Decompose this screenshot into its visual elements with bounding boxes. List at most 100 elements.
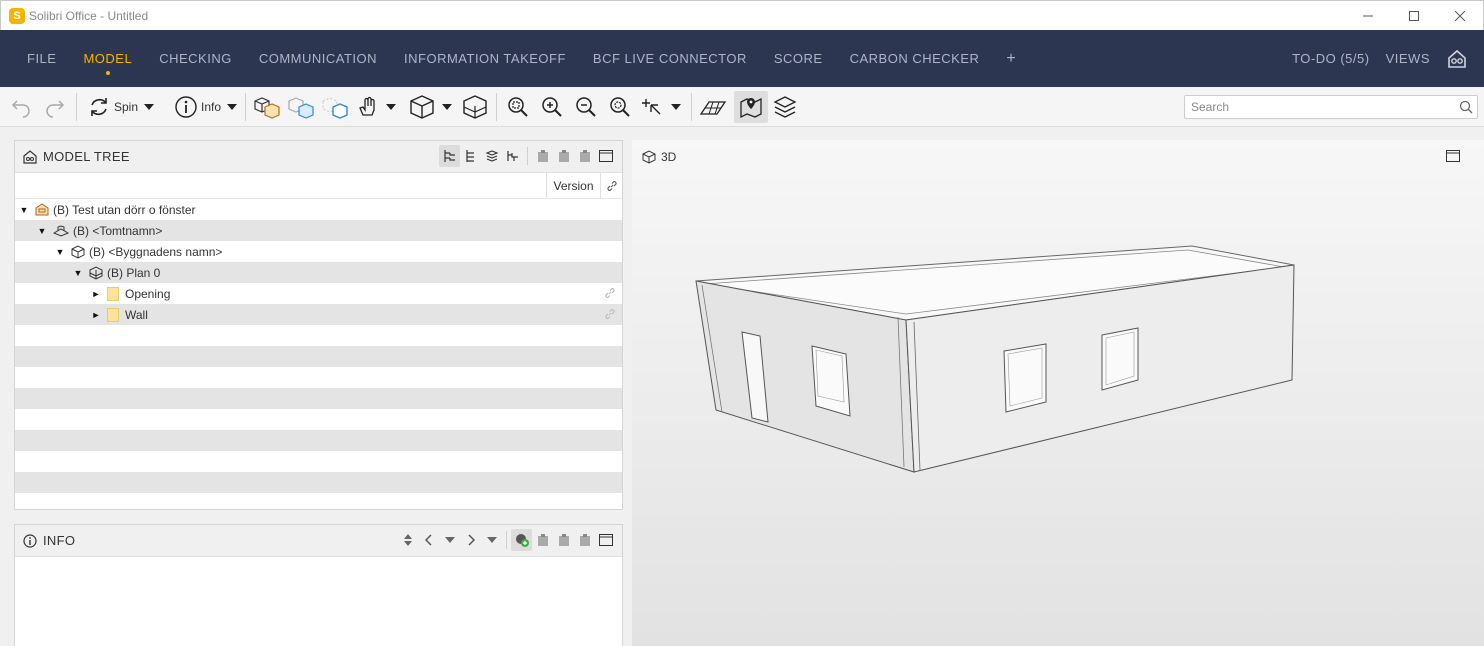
hand-icon <box>356 95 380 119</box>
tree-view-hierarchy-icon[interactable] <box>439 145 460 167</box>
tree-row-label: (B) <Byggnadens namn> <box>89 244 223 259</box>
expand-arrow-icon[interactable]: ▼ <box>37 226 47 236</box>
clipboard-icon[interactable] <box>553 145 574 167</box>
collapsed-arrow-icon[interactable]: ► <box>91 310 101 320</box>
select-cursor-icon <box>641 95 665 119</box>
layers-button[interactable] <box>768 91 802 123</box>
panel-title: MODEL TREE <box>43 149 130 164</box>
model-tree-panel: MODEL TREE Version ▼ (B) Test utan dörr … <box>14 140 623 510</box>
expand-arrow-icon[interactable]: ▼ <box>73 268 83 278</box>
tree-row[interactable]: ▼ (B) Test utan dörr o fönster <box>15 199 622 220</box>
section-box-button[interactable] <box>458 91 492 123</box>
main-menu: FILE MODEL CHECKING COMMUNICATION INFORM… <box>0 30 1484 87</box>
site-icon <box>53 224 69 237</box>
search-input[interactable] <box>1191 100 1451 114</box>
link-icon[interactable] <box>604 308 616 323</box>
isolate-components-button[interactable] <box>318 91 352 123</box>
box-dropdown[interactable] <box>408 91 453 123</box>
show-components-button[interactable] <box>250 91 284 123</box>
minimize-button[interactable] <box>1345 1 1391 31</box>
menu-file[interactable]: FILE <box>27 51 56 66</box>
tree-view-types-icon[interactable] <box>502 145 523 167</box>
zoom-out-button[interactable] <box>569 91 603 123</box>
hand-tool-dropdown[interactable] <box>356 91 397 123</box>
redo-button[interactable] <box>38 91 72 123</box>
menu-communication[interactable]: COMMUNICATION <box>259 51 377 66</box>
search-icon[interactable] <box>1459 100 1473 114</box>
hide-components-button[interactable] <box>284 91 318 123</box>
menu-views[interactable]: VIEWS <box>1386 51 1430 66</box>
window-title: Solibri Office - Untitled <box>29 8 149 23</box>
info-icon <box>174 95 198 119</box>
chevron-down-icon <box>144 103 155 110</box>
zoom-in-button[interactable] <box>535 91 569 123</box>
panel-title: INFO <box>43 533 76 548</box>
link-icon[interactable] <box>604 287 616 302</box>
chevron-down-icon[interactable] <box>439 529 460 551</box>
chevron-down-icon <box>227 103 238 110</box>
tree-row[interactable]: ► Opening <box>15 283 622 304</box>
spin-dropdown[interactable]: Spin <box>87 91 155 123</box>
clipboard-icon[interactable] <box>532 529 553 551</box>
building-model[interactable] <box>632 140 1484 646</box>
menu-todo[interactable]: TO-DO (5/5) <box>1292 51 1370 66</box>
clipboard-icon[interactable] <box>574 529 595 551</box>
expand-arrow-icon[interactable]: ▼ <box>55 247 65 257</box>
floor-plan-button[interactable] <box>696 91 730 123</box>
link-column-icon[interactable] <box>600 173 622 198</box>
sync-selection-icon[interactable] <box>511 529 532 551</box>
clipboard-icon[interactable] <box>532 145 553 167</box>
empty-row <box>15 346 622 367</box>
empty-row <box>15 367 622 388</box>
info-content <box>15 571 622 646</box>
menu-carbon-checker[interactable]: CARBON CHECKER <box>850 51 980 66</box>
menu-model[interactable]: MODEL <box>83 51 132 75</box>
close-button[interactable] <box>1437 1 1483 31</box>
maximize-panel-icon[interactable] <box>595 529 616 551</box>
map-view-button[interactable] <box>734 90 769 123</box>
undo-button[interactable] <box>4 91 38 123</box>
info-icon <box>23 533 37 548</box>
previous-icon[interactable] <box>418 529 439 551</box>
tree-row[interactable]: ► Wall <box>15 304 622 325</box>
expand-arrow-icon[interactable]: ▼ <box>19 205 29 215</box>
3d-view[interactable]: 3D <box>632 140 1484 646</box>
sort-icon[interactable] <box>397 529 418 551</box>
next-icon[interactable] <box>460 529 481 551</box>
menu-information-takeoff[interactable]: INFORMATION TAKEOFF <box>404 51 566 66</box>
title-bar: S Solibri Office - Untitled <box>0 0 1484 30</box>
column-version[interactable]: Version <box>546 173 600 198</box>
home-icon[interactable] <box>1446 48 1468 70</box>
chevron-down-icon <box>442 103 453 110</box>
chevron-down-icon <box>671 103 682 110</box>
tree-row[interactable]: ▼ (B) <Tomtnamn> <box>15 220 622 241</box>
building-icon <box>71 244 85 259</box>
tree-view-layers-icon[interactable] <box>481 145 502 167</box>
maximize-panel-icon[interactable] <box>595 145 616 167</box>
menu-score[interactable]: SCORE <box>774 51 823 66</box>
clipboard-icon[interactable] <box>574 145 595 167</box>
tree-row[interactable]: ▼ (B) <Byggnadens namn> <box>15 241 622 262</box>
search-box[interactable] <box>1184 95 1478 119</box>
zoom-fit-button[interactable] <box>501 91 535 123</box>
project-icon <box>35 203 49 216</box>
toolbar-divider <box>245 92 247 121</box>
zoom-selected-button[interactable] <box>603 91 637 123</box>
maximize-button[interactable] <box>1391 1 1437 31</box>
chevron-down-icon[interactable] <box>481 529 502 551</box>
empty-row <box>15 325 622 346</box>
empty-row <box>15 388 622 409</box>
tree-view-storeys-icon[interactable] <box>460 145 481 167</box>
info-dropdown[interactable]: Info <box>174 91 238 123</box>
header-divider <box>527 147 528 165</box>
add-tab-button[interactable]: + <box>1006 50 1016 68</box>
menu-bcf-live-connector[interactable]: BCF LIVE CONNECTOR <box>593 51 747 66</box>
collapsed-arrow-icon[interactable]: ► <box>91 289 101 299</box>
menu-checking[interactable]: CHECKING <box>159 51 232 66</box>
chevron-down-icon <box>386 103 397 110</box>
clipboard-icon[interactable] <box>553 529 574 551</box>
tree-row[interactable]: ▼ (B) Plan 0 <box>15 262 622 283</box>
empty-row <box>15 451 622 472</box>
select-tool-dropdown[interactable] <box>641 91 682 123</box>
folder-icon <box>107 286 119 301</box>
